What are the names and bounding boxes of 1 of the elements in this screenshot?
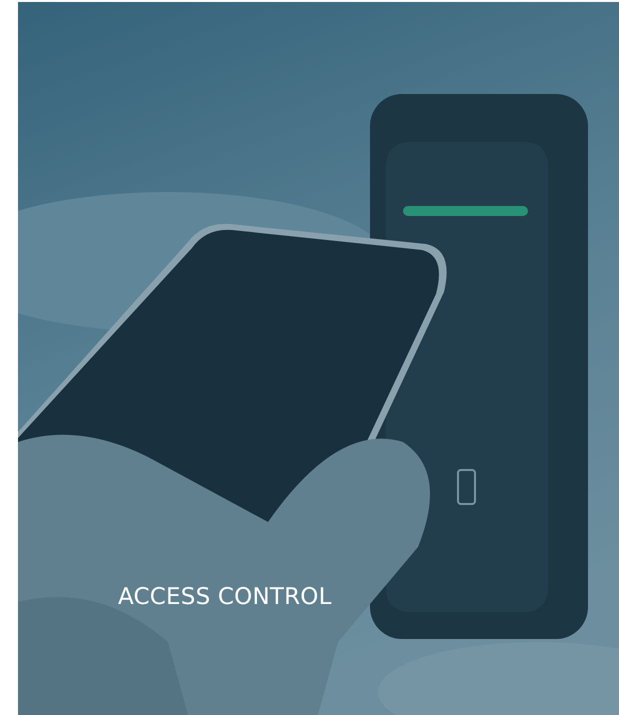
tile-title: ACCESS CONTROL [118, 584, 332, 610]
